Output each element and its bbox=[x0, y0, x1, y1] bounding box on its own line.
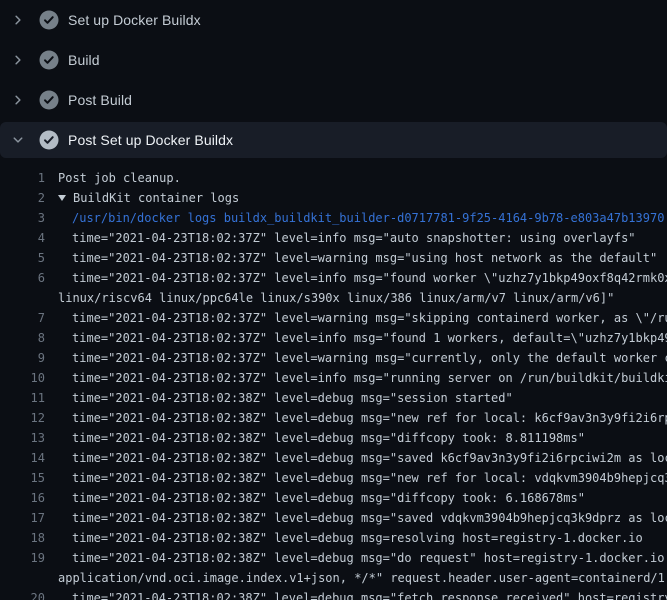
log-text: time="2021-04-23T18:02:38Z" level=debug … bbox=[72, 508, 667, 528]
log-text: application/vnd.oci.image.index.v1+json,… bbox=[58, 568, 667, 588]
log-text: time="2021-04-23T18:02:37Z" level=info m… bbox=[72, 368, 667, 388]
log-line: 4 time="2021-04-23T18:02:37Z" level=info… bbox=[0, 228, 667, 248]
line-number[interactable]: 18 bbox=[0, 528, 45, 548]
log-text: linux/riscv64 linux/ppc64le linux/s390x … bbox=[58, 288, 614, 308]
log-text: time="2021-04-23T18:02:37Z" level=warnin… bbox=[72, 308, 667, 328]
log-line: linux/riscv64 linux/ppc64le linux/s390x … bbox=[0, 288, 667, 308]
log-line: 11 time="2021-04-23T18:02:38Z" level=deb… bbox=[0, 388, 667, 408]
step-header-set-up-docker-buildx[interactable]: Set up Docker Buildx bbox=[0, 0, 667, 40]
log-line: 5 time="2021-04-23T18:02:37Z" level=warn… bbox=[0, 248, 667, 268]
line-number[interactable]: 3 bbox=[0, 208, 45, 228]
line-number[interactable]: 20 bbox=[0, 588, 45, 600]
line-number[interactable]: 10 bbox=[0, 368, 45, 388]
chevron-right-icon bbox=[12, 94, 24, 106]
line-number[interactable]: 12 bbox=[0, 408, 45, 428]
line-number[interactable]: 8 bbox=[0, 328, 45, 348]
log-text: time="2021-04-23T18:02:38Z" level=debug … bbox=[72, 468, 667, 488]
log-text: time="2021-04-23T18:02:37Z" level=info m… bbox=[72, 228, 636, 248]
log-text: time="2021-04-23T18:02:37Z" level=info m… bbox=[72, 328, 667, 348]
log-line: 14 time="2021-04-23T18:02:38Z" level=deb… bbox=[0, 448, 667, 468]
chevron-right-icon bbox=[12, 14, 24, 26]
log-line: 12 time="2021-04-23T18:02:38Z" level=deb… bbox=[0, 408, 667, 428]
line-number[interactable]: 9 bbox=[0, 348, 45, 368]
line-number[interactable]: 4 bbox=[0, 228, 45, 248]
log-line: 18 time="2021-04-23T18:02:38Z" level=deb… bbox=[0, 528, 667, 548]
log-text: time="2021-04-23T18:02:38Z" level=debug … bbox=[72, 448, 667, 468]
actions-log-viewer: Set up Docker Buildx Build Post Build bbox=[0, 0, 667, 600]
log-line: 20 time="2021-04-23T18:02:38Z" level=deb… bbox=[0, 588, 667, 600]
log-line: 15 time="2021-04-23T18:02:38Z" level=deb… bbox=[0, 468, 667, 488]
log-line: application/vnd.oci.image.index.v1+json,… bbox=[0, 568, 667, 588]
log-text: time="2021-04-23T18:02:38Z" level=debug … bbox=[72, 588, 667, 600]
log-line: 13 time="2021-04-23T18:02:38Z" level=deb… bbox=[0, 428, 667, 448]
log-text: Post job cleanup. bbox=[58, 168, 181, 188]
log-text: time="2021-04-23T18:02:38Z" level=debug … bbox=[72, 548, 667, 568]
step-header-post-build[interactable]: Post Build bbox=[0, 80, 667, 120]
line-number[interactable]: 14 bbox=[0, 448, 45, 468]
log-text: time="2021-04-23T18:02:37Z" level=info m… bbox=[72, 268, 667, 288]
line-number[interactable]: 1 bbox=[0, 168, 45, 188]
log-line: 7 time="2021-04-23T18:02:37Z" level=warn… bbox=[0, 308, 667, 328]
log-group-label: BuildKit container logs bbox=[73, 191, 239, 205]
check-circle-icon bbox=[39, 50, 59, 70]
log-line: 8 time="2021-04-23T18:02:37Z" level=info… bbox=[0, 328, 667, 348]
step-title: Build bbox=[68, 52, 100, 68]
chevron-down-icon bbox=[12, 134, 24, 146]
log-container: 1 Post job cleanup. 2 BuildKit container… bbox=[0, 168, 667, 600]
log-line: 10 time="2021-04-23T18:02:37Z" level=inf… bbox=[0, 368, 667, 388]
log-line: 6 time="2021-04-23T18:02:37Z" level=info… bbox=[0, 268, 667, 288]
log-line: 9 time="2021-04-23T18:02:37Z" level=warn… bbox=[0, 348, 667, 368]
line-number[interactable]: 5 bbox=[0, 248, 45, 268]
chevron-right-icon bbox=[12, 54, 24, 66]
check-circle-icon bbox=[39, 130, 59, 150]
log-text: BuildKit container logs bbox=[58, 188, 239, 208]
check-circle-icon bbox=[39, 90, 59, 110]
line-number[interactable]: 6 bbox=[0, 268, 45, 288]
log-line: 2 BuildKit container logs bbox=[0, 188, 667, 208]
log-line: 19 time="2021-04-23T18:02:38Z" level=deb… bbox=[0, 548, 667, 568]
step-title: Set up Docker Buildx bbox=[68, 12, 201, 28]
log-text: time="2021-04-23T18:02:37Z" level=warnin… bbox=[72, 248, 657, 268]
check-circle-icon bbox=[39, 10, 59, 30]
log-text: /usr/bin/docker logs buildx_buildkit_bui… bbox=[72, 208, 664, 228]
line-number[interactable]: 16 bbox=[0, 488, 45, 508]
line-number bbox=[0, 568, 45, 588]
line-number[interactable]: 7 bbox=[0, 308, 45, 328]
log-text: time="2021-04-23T18:02:37Z" level=warnin… bbox=[72, 348, 667, 368]
line-number[interactable]: 11 bbox=[0, 388, 45, 408]
line-number[interactable]: 19 bbox=[0, 548, 45, 568]
step-list: Set up Docker Buildx Build Post Build bbox=[0, 0, 667, 158]
log-text: time="2021-04-23T18:02:38Z" level=debug … bbox=[72, 408, 667, 428]
log-text: time="2021-04-23T18:02:38Z" level=debug … bbox=[72, 488, 585, 508]
log-line: 3 /usr/bin/docker logs buildx_buildkit_b… bbox=[0, 208, 667, 228]
step-header-post-set-up-docker-buildx[interactable]: Post Set up Docker Buildx bbox=[0, 122, 667, 158]
log-text: time="2021-04-23T18:02:38Z" level=debug … bbox=[72, 428, 585, 448]
log-line: 16 time="2021-04-23T18:02:38Z" level=deb… bbox=[0, 488, 667, 508]
log-text: time="2021-04-23T18:02:38Z" level=debug … bbox=[72, 388, 513, 408]
step-title: Post Set up Docker Buildx bbox=[68, 132, 233, 148]
line-number[interactable]: 15 bbox=[0, 468, 45, 488]
line-number[interactable]: 17 bbox=[0, 508, 45, 528]
step-header-build[interactable]: Build bbox=[0, 40, 667, 80]
log-line: 17 time="2021-04-23T18:02:38Z" level=deb… bbox=[0, 508, 667, 528]
line-number[interactable]: 2 bbox=[0, 188, 45, 208]
line-number[interactable]: 13 bbox=[0, 428, 45, 448]
step-title: Post Build bbox=[68, 92, 132, 108]
line-number bbox=[0, 288, 45, 308]
log-text: time="2021-04-23T18:02:38Z" level=debug … bbox=[72, 528, 643, 548]
log-line: 1 Post job cleanup. bbox=[0, 168, 667, 188]
log-group-toggle-icon[interactable] bbox=[58, 195, 66, 201]
